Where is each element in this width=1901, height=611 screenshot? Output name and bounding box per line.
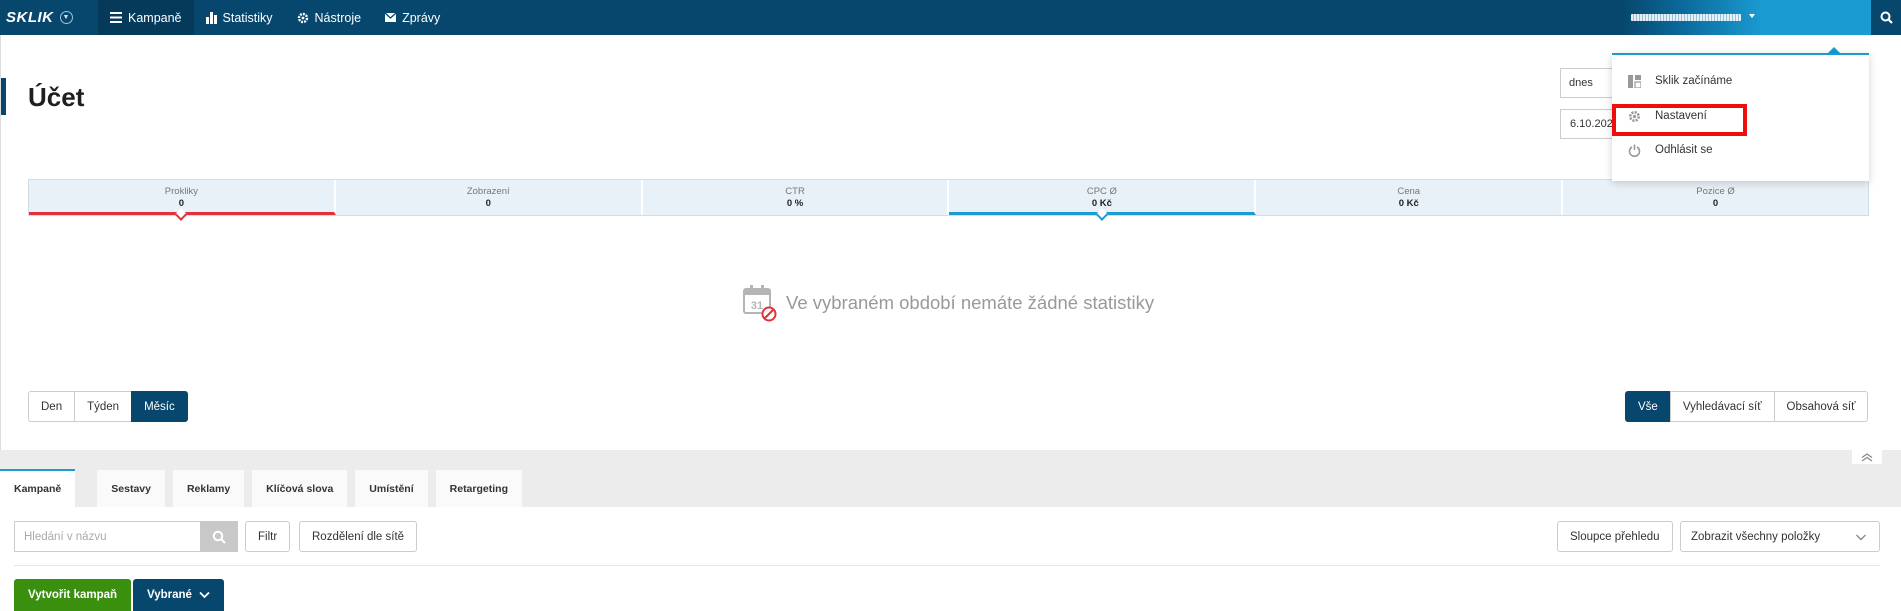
metric-label: Pozice Ø — [1696, 186, 1735, 197]
calendar-day: 31 — [751, 300, 763, 312]
empty-state-text: Ve vybraném období nemáte žádné statisti… — [786, 292, 1155, 313]
metric-label: Cena — [1397, 186, 1421, 197]
nav-statistiky-label: Statistiky — [222, 10, 273, 25]
metric-value: 0 — [178, 198, 185, 209]
double-chevron-up-icon — [1861, 452, 1873, 462]
campaigns-toolbar: Filtr Rozdělení dle sítě Sloupce přehled… — [0, 507, 1901, 611]
menu-item-label: Sklik začínáme — [1655, 75, 1733, 87]
user-email-obscured — [1631, 14, 1741, 21]
granularity-den[interactable]: Den — [28, 391, 75, 422]
network-vyhledavaci[interactable]: Vyhledávací síť — [1669, 391, 1774, 422]
empty-state: 31 Ve vybraném období nemáte žádné stati… — [742, 284, 1154, 322]
selection-notch — [175, 208, 188, 221]
logo-text: SKLIK — [6, 9, 54, 26]
network-switch: Vše Vyhledávací síť Obsahová síť — [1625, 391, 1869, 422]
search-submit-button[interactable] — [200, 521, 238, 552]
search-icon — [212, 530, 226, 544]
metric-label: CPC Ø — [1086, 186, 1117, 197]
tab-kampane[interactable]: Kampaně — [0, 469, 76, 507]
metric-pozice[interactable]: Pozice Ø 0 — [1563, 180, 1868, 215]
chevron-down-icon — [1856, 534, 1866, 541]
metric-value: 0 % — [786, 198, 804, 209]
columns-button[interactable]: Sloupce přehledu — [1557, 521, 1673, 552]
selection-notch — [1095, 208, 1109, 221]
logo-dropdown-icon[interactable]: ▼ — [59, 11, 73, 24]
user-account-area[interactable] — [1763, 0, 1871, 35]
top-navigation-bar: SKLIK ▼ Kampaně Statistiky Nástroje Zprá… — [0, 0, 1901, 35]
nav-nastroje[interactable]: Nástroje — [285, 0, 374, 35]
dashboard-icon — [1628, 74, 1641, 88]
chevron-down-icon — [1749, 14, 1755, 18]
menu-item-label: Odhlásit se — [1655, 144, 1713, 156]
search-input[interactable] — [14, 521, 200, 552]
filter-button[interactable]: Filtr — [245, 521, 291, 552]
user-account-button[interactable] — [1623, 0, 1763, 35]
metric-cena[interactable]: Cena 0 Kč — [1256, 180, 1564, 215]
granularity-mesic[interactable]: Měsíc — [131, 391, 188, 422]
search-button[interactable] — [1871, 0, 1901, 35]
metric-zobrazeni[interactable]: Zobrazení 0 — [335, 180, 643, 215]
show-items-select[interactable]: Zobrazit všechny položky — [1680, 521, 1880, 552]
envelope-icon — [385, 13, 397, 22]
tab-klicova-slova[interactable]: Klíčová slova — [252, 470, 348, 507]
nav-statistiky[interactable]: Statistiky — [194, 0, 285, 35]
metric-value: 0 Kč — [1398, 198, 1419, 209]
network-vse[interactable]: Vše — [1625, 391, 1670, 422]
split-by-network-button[interactable]: Rozdělení dle sítě — [299, 521, 418, 552]
collapse-panel-button[interactable] — [1852, 450, 1882, 464]
tab-umisteni[interactable]: Umístění — [355, 470, 428, 507]
power-icon — [1628, 144, 1641, 157]
calendar-blocked-icon: 31 — [743, 285, 777, 322]
tab-reklamy[interactable]: Reklamy — [172, 470, 245, 507]
title-accent-bar — [1, 78, 6, 115]
logo[interactable]: SKLIK ▼ — [0, 0, 98, 35]
gear-icon — [297, 12, 308, 23]
page-title: Účet — [28, 82, 85, 112]
metric-ctr[interactable]: CTR 0 % — [642, 180, 950, 215]
tab-sestavy[interactable]: Sestavy — [97, 470, 165, 507]
granularity-switch: Den Týden Měsíc — [28, 391, 188, 422]
selected-actions-button[interactable]: Vybrané — [133, 579, 224, 611]
menu-icon — [110, 12, 122, 23]
show-items-value: Zobrazit všechny položky — [1691, 530, 1821, 543]
period-select[interactable]: dnes — [1560, 68, 1620, 98]
network-obsahova[interactable]: Obsahová síť — [1773, 391, 1869, 422]
chevron-down-icon — [199, 591, 210, 599]
create-campaign-button[interactable]: Vytvořit kampaň — [14, 579, 132, 611]
metric-value: 0 — [1712, 198, 1719, 209]
highlight-box — [1612, 104, 1747, 136]
nav-zpravy[interactable]: Zprávy — [373, 0, 452, 35]
tab-retargeting[interactable]: Retargeting — [435, 470, 522, 507]
bar-chart-icon — [205, 11, 217, 24]
menu-sklik-zaciname[interactable]: Sklik začínáme — [1612, 66, 1869, 96]
metric-prokliky[interactable]: Prokliky 0 — [29, 180, 336, 221]
divider — [14, 565, 1880, 566]
selected-actions-label: Vybrané — [147, 589, 192, 601]
metric-cpc[interactable]: CPC Ø 0 Kč — [949, 180, 1257, 221]
date-input[interactable]: 6.10.2023 — [1560, 109, 1620, 139]
name-search — [14, 521, 238, 552]
nav-kampane-label: Kampaně — [128, 10, 182, 25]
metric-value: 0 — [485, 198, 491, 209]
search-icon — [1880, 11, 1893, 24]
nav-kampane[interactable]: Kampaně — [98, 0, 194, 35]
menu-odhlasit[interactable]: Odhlásit se — [1612, 135, 1869, 165]
nav-nastroje-label: Nástroje — [314, 10, 362, 25]
metric-label: Prokliky — [164, 186, 199, 197]
metrics-bar: Prokliky 0 Zobrazení 0 CTR 0 % CPC Ø 0 K… — [28, 179, 1869, 221]
granularity-tyden[interactable]: Týden — [74, 391, 132, 422]
metric-label: Zobrazení — [466, 186, 510, 197]
nav-zpravy-label: Zprávy — [402, 10, 441, 25]
content-tabs: Kampaně Sestavy Reklamy Klíčová slova Um… — [0, 469, 530, 507]
metric-label: CTR — [785, 186, 805, 197]
